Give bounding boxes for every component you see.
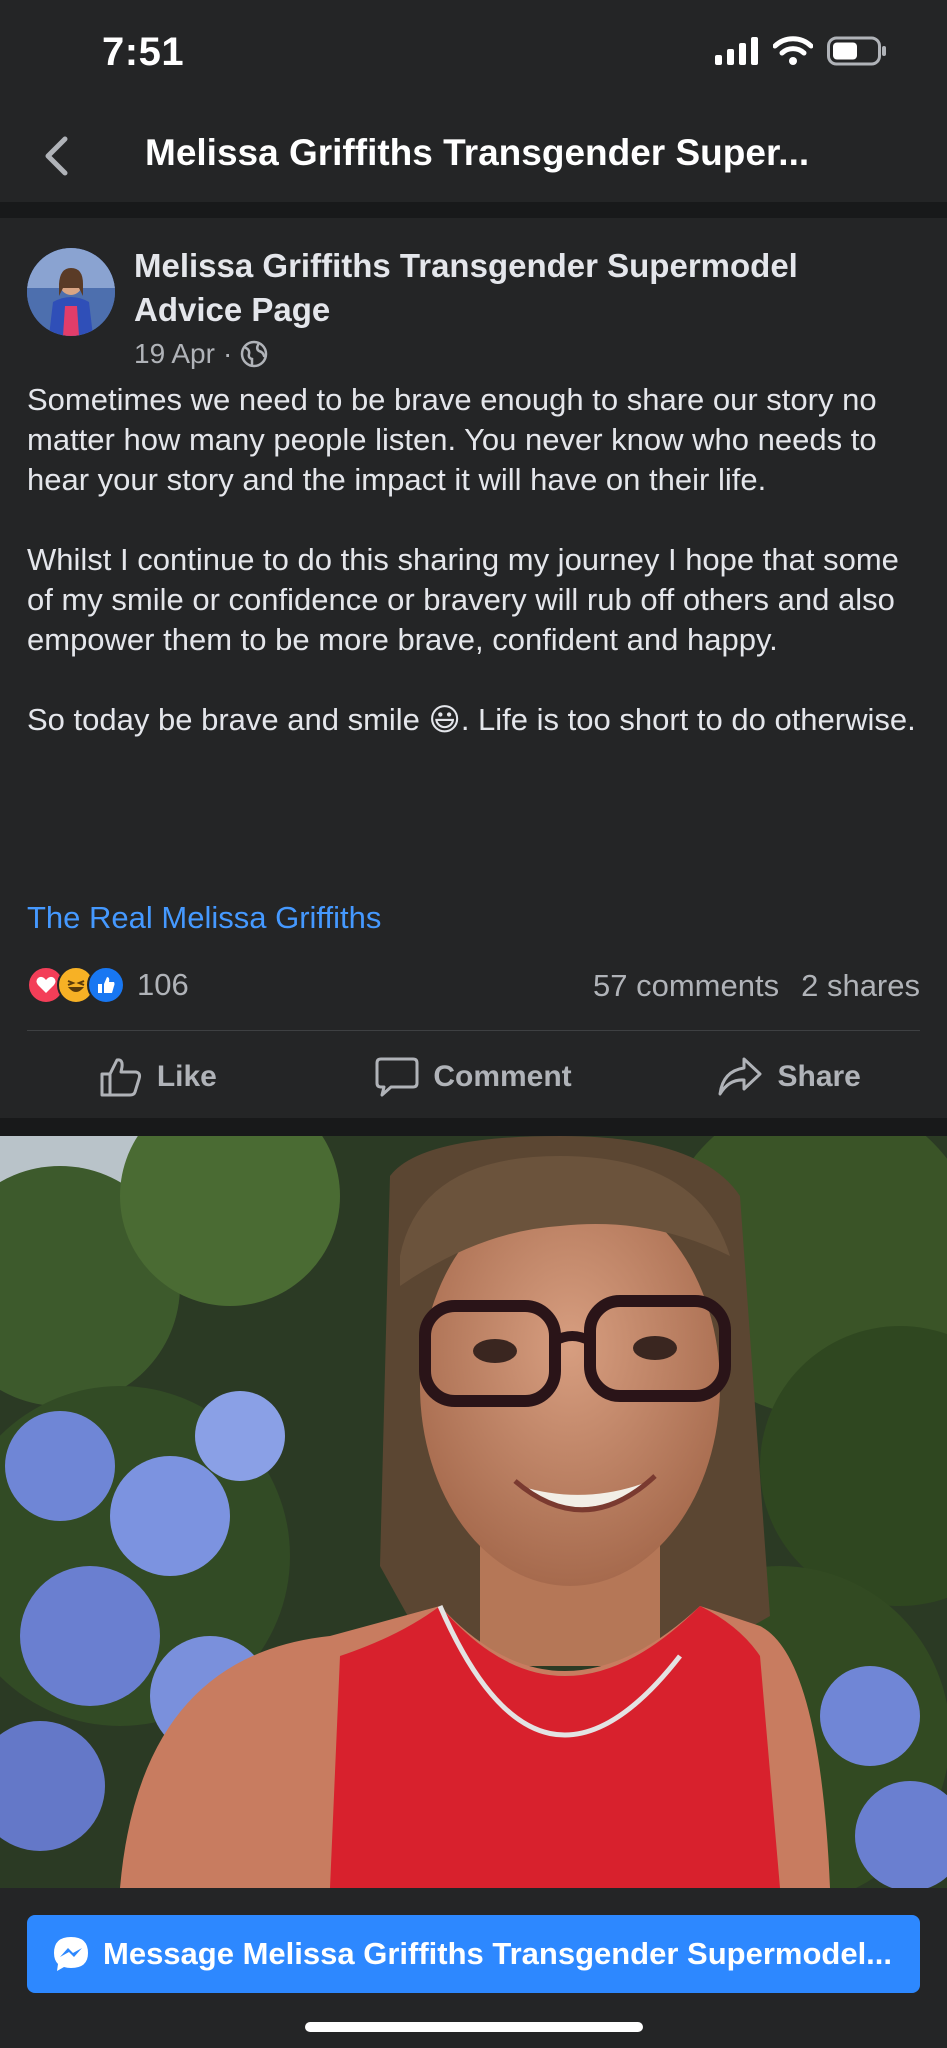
wifi-icon — [773, 36, 813, 65]
comment-label: Comment — [433, 1060, 572, 1093]
bottom-bar: Message Melissa Griffiths Transgender Su… — [0, 1888, 947, 2048]
page-title: Melissa Griffiths Transgender Super... — [145, 132, 810, 173]
status-icons — [715, 36, 887, 66]
shares-count[interactable]: 2 shares — [801, 968, 920, 1004]
reactions-summary[interactable]: 106 — [27, 966, 189, 1004]
post-author[interactable]: Melissa Griffiths Transgender Supermodel… — [134, 244, 854, 332]
post-stats: 57 comments 2 shares — [593, 968, 920, 1004]
signal-icon — [715, 37, 758, 65]
messenger-icon — [54, 1937, 88, 1971]
comment-button[interactable]: Comment — [316, 1038, 632, 1116]
post-photo[interactable] — [0, 1136, 947, 1888]
post-card: Melissa Griffiths Transgender Supermodel… — [0, 218, 947, 1118]
back-button[interactable] — [28, 128, 84, 184]
like-button[interactable]: Like — [0, 1038, 316, 1116]
section-divider — [0, 204, 947, 218]
like-label: Like — [156, 1060, 217, 1093]
share-button[interactable]: Share — [631, 1038, 947, 1116]
home-indicator — [305, 2022, 643, 2032]
meta-separator: · — [222, 338, 233, 369]
comment-icon — [375, 1057, 419, 1097]
post-paragraph: So today be brave and smile 😃. Life is t… — [27, 702, 916, 737]
share-icon — [718, 1057, 762, 1096]
share-label: Share — [777, 1060, 861, 1093]
post-date[interactable]: 19 Apr — [134, 338, 215, 370]
action-bar: Like Comment Share — [0, 1038, 947, 1116]
section-divider — [0, 1118, 947, 1136]
thumbs-up-icon — [100, 1058, 141, 1097]
chevron-left-icon — [45, 136, 68, 176]
message-page-button[interactable]: Message Melissa Griffiths Transgender Su… — [27, 1915, 920, 1993]
post-text: Sometimes we need to be brave enough to … — [27, 380, 927, 780]
photo-image — [0, 1136, 947, 1888]
like-reaction-icon — [87, 966, 125, 1004]
profile-photo — [27, 248, 115, 336]
divider — [27, 1030, 920, 1031]
reaction-count: 106 — [137, 967, 189, 1002]
post-paragraph: Whilst I continue to do this sharing my … — [27, 542, 899, 657]
battery-icon — [827, 36, 886, 66]
message-button-label: Message Melissa Griffiths Transgender Su… — [103, 1936, 893, 1971]
post-paragraph: Sometimes we need to be brave enough to … — [27, 382, 877, 497]
nav-bar: Melissa Griffiths Transgender Super... — [0, 110, 947, 204]
page-link[interactable]: The Real Melissa Griffiths — [27, 900, 381, 936]
globe-icon — [241, 340, 268, 368]
status-time: 7:51 — [102, 30, 185, 74]
post-meta: 19 Apr · — [134, 338, 268, 370]
status-bar: 7:51 — [0, 0, 947, 110]
avatar[interactable] — [27, 248, 115, 336]
comments-count[interactable]: 57 comments — [593, 968, 779, 1004]
